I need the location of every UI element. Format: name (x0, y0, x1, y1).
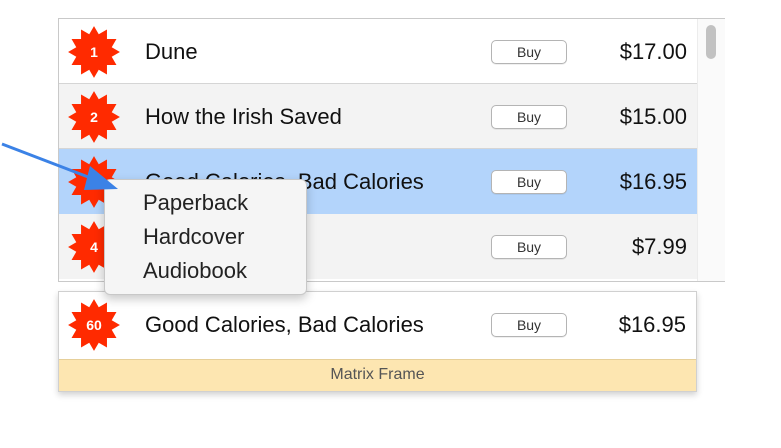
book-title: Good Calories, Bad Calories (145, 312, 424, 337)
menu-item-hardcover[interactable]: Hardcover (105, 220, 306, 254)
price-label: $16.95 (619, 169, 687, 194)
buy-button[interactable]: Buy (491, 170, 567, 194)
rank-number: 60 (86, 317, 102, 333)
buy-button[interactable]: Buy (491, 313, 567, 337)
arrow-pointer-icon (1, 142, 118, 190)
menu-item-paperback[interactable]: Paperback (105, 186, 306, 220)
price-label: $16.95 (618, 312, 686, 337)
frame-row[interactable]: 60 Good Calories, Bad Calories Buy $16.9… (59, 292, 696, 359)
book-title: Dune (145, 39, 198, 64)
matrix-frame: 60 Good Calories, Bad Calories Buy $16.9… (58, 291, 697, 392)
price-label: $17.00 (619, 39, 687, 64)
scrollbar-thumb[interactable] (706, 25, 716, 59)
menu-item-audiobook[interactable]: Audiobook (105, 254, 306, 288)
book-title: How the Irish Saved (145, 104, 342, 129)
starburst-badge-icon: 1 (65, 25, 123, 79)
rank-number: 1 (90, 44, 98, 60)
matrix-frame-label: Matrix Frame (59, 359, 696, 391)
price-label: $7.99 (631, 234, 687, 259)
buy-button[interactable]: Buy (491, 40, 567, 64)
price-label: $15.00 (619, 104, 687, 129)
table-row[interactable]: 1 Dune Buy $17.00 (59, 19, 697, 84)
table-row[interactable]: 2 How the Irish Saved Buy $15.00 (59, 84, 697, 149)
vertical-scrollbar[interactable] (697, 19, 725, 281)
starburst-badge-icon: 60 (65, 298, 123, 352)
format-popup-menu: Paperback Hardcover Audiobook (104, 179, 307, 295)
buy-button[interactable]: Buy (491, 105, 567, 129)
buy-button[interactable]: Buy (491, 235, 567, 259)
